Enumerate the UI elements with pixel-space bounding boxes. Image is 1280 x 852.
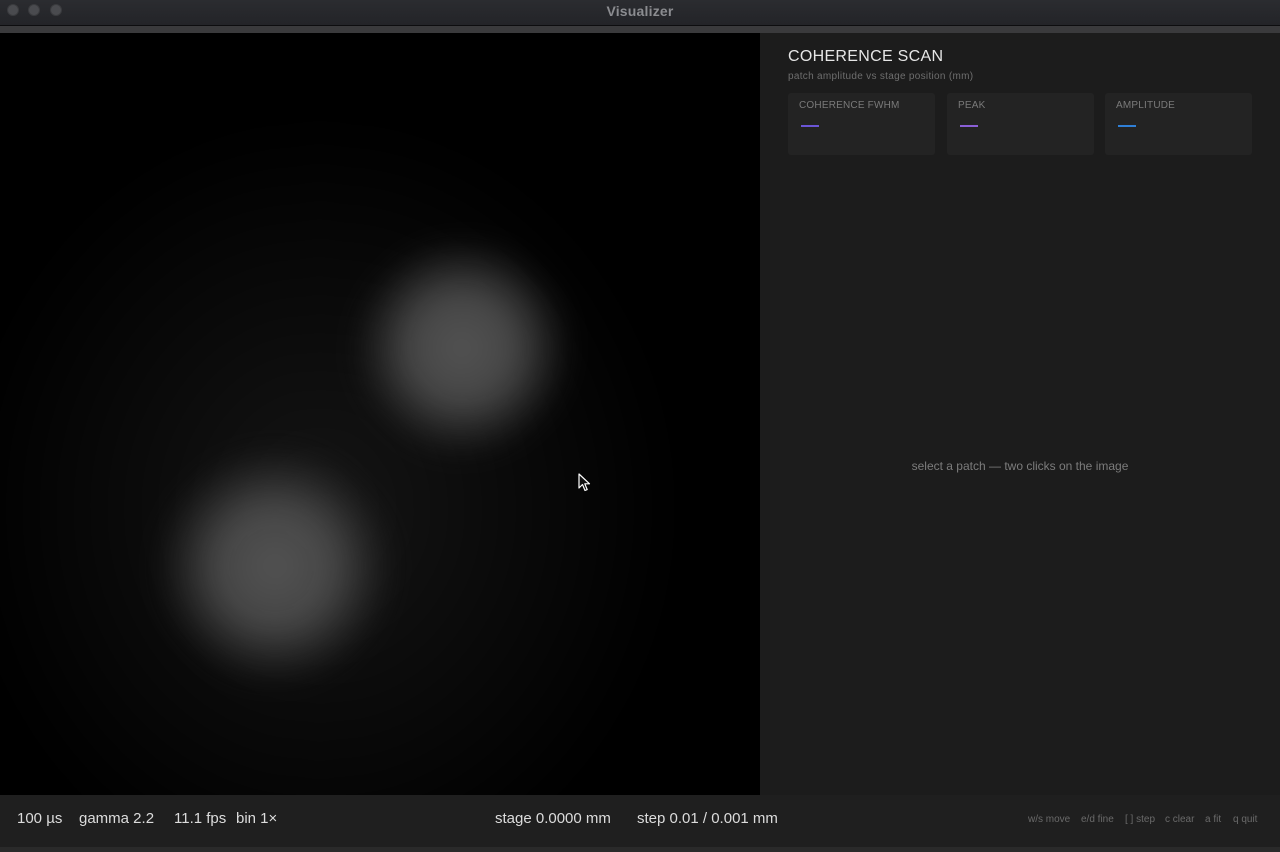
stat-value-empty-dash bbox=[801, 125, 819, 127]
shortcut-fine: e/d fine bbox=[1081, 814, 1114, 825]
mouse-pointer-icon bbox=[578, 473, 591, 492]
shortcut-move: w/s move bbox=[1028, 814, 1071, 825]
camera-image-view[interactable] bbox=[0, 33, 760, 795]
panel-title: COHERENCE SCAN bbox=[788, 48, 944, 65]
stat-value-empty-dash bbox=[1118, 125, 1136, 127]
coherence-scan-panel: COHERENCE SCAN patch amplitude vs stage … bbox=[760, 33, 1280, 795]
gamma-readout: gamma 2.2 bbox=[79, 810, 155, 827]
app-window: Visualizer COHERENCE SCAN patch amplitud… bbox=[0, 0, 1280, 852]
toolbar-strip bbox=[0, 26, 1280, 33]
binning-readout: bin 1× bbox=[236, 810, 278, 827]
stat-card-amplitude: AMPLITUDE bbox=[1105, 93, 1252, 155]
shortcut-quit: q quit bbox=[1233, 814, 1258, 825]
shortcut-step: [ ] step bbox=[1125, 814, 1156, 825]
stat-label: AMPLITUDE bbox=[1116, 100, 1176, 111]
window-title: Visualizer bbox=[606, 3, 674, 19]
stat-card-peak: PEAK bbox=[947, 93, 1094, 155]
stat-label: PEAK bbox=[958, 100, 986, 111]
stat-card-coherence-fwhm: COHERENCE FWHM bbox=[788, 93, 935, 155]
panel-subtitle: patch amplitude vs stage position (mm) bbox=[788, 71, 974, 82]
stage-position-readout: stage 0.0000 mm bbox=[495, 810, 611, 827]
status-bar: 100 µs gamma 2.2 11.1 fps bin 1× stage 0… bbox=[0, 795, 1280, 847]
image-background-haze bbox=[0, 113, 680, 795]
empty-plot-hint: select a patch — two clicks on the image bbox=[911, 459, 1129, 473]
fps-readout: 11.1 fps bbox=[174, 810, 227, 827]
title-bar: Visualizer bbox=[0, 0, 1280, 26]
exposure-readout: 100 µs bbox=[17, 810, 63, 827]
shortcut-fit: a fit bbox=[1205, 814, 1222, 825]
stat-value-empty-dash bbox=[960, 125, 978, 127]
window-bottom-edge bbox=[0, 847, 1280, 852]
shortcut-clear: c clear bbox=[1165, 814, 1195, 825]
step-size-readout: step 0.01 / 0.001 mm bbox=[637, 810, 778, 827]
stat-label: COHERENCE FWHM bbox=[799, 100, 900, 111]
